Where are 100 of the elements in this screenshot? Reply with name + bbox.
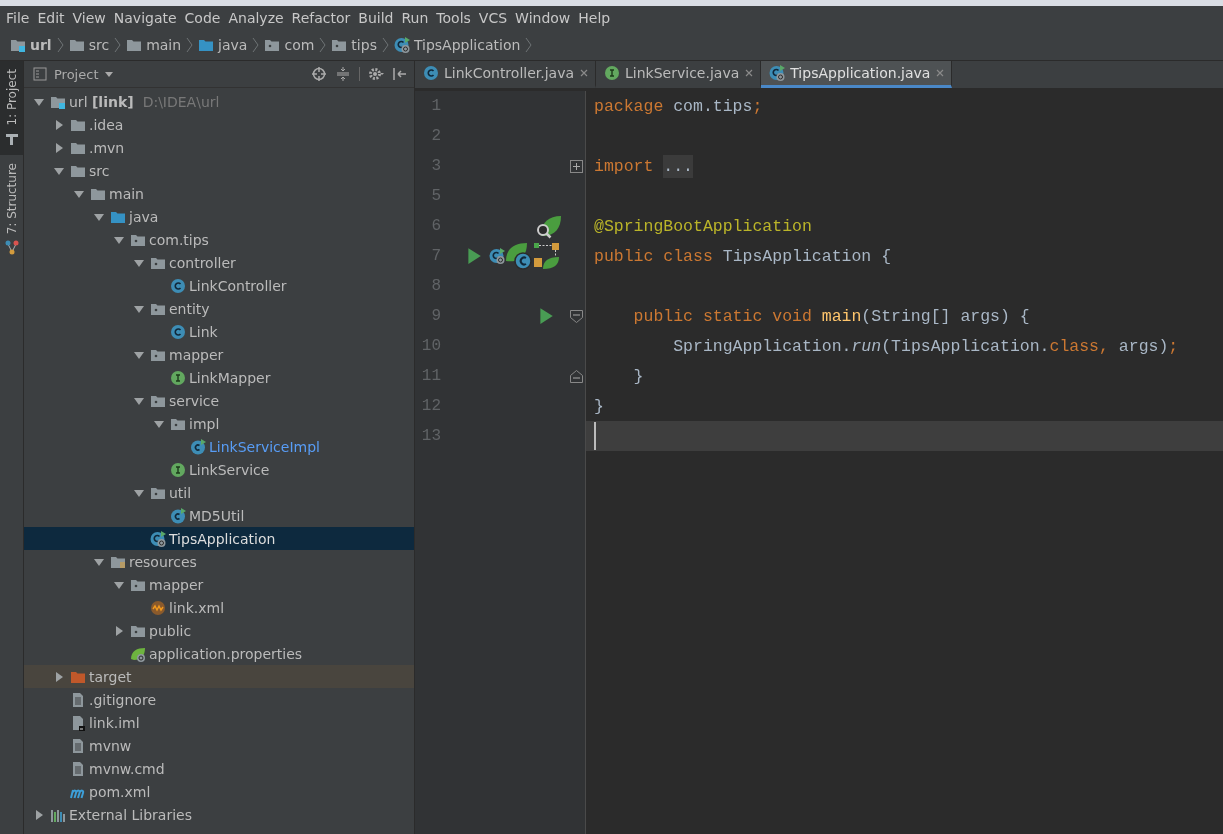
menu-item[interactable]: Navigate xyxy=(109,10,181,26)
tree-row[interactable]: resources xyxy=(24,550,414,573)
tree-row[interactable]: mapper xyxy=(24,343,414,366)
run-icon[interactable] xyxy=(537,307,555,325)
tree-row[interactable]: java xyxy=(24,205,414,228)
spring-bean-icon[interactable] xyxy=(505,241,533,271)
code-text: } xyxy=(594,396,604,416)
tree-row[interactable]: LinkService xyxy=(24,458,414,481)
tree-row[interactable]: mvnw xyxy=(24,734,414,757)
code-text: (String[] args) { xyxy=(861,306,1030,326)
breadcrumb[interactable]: url xyxy=(8,37,54,53)
menu-item[interactable]: Code xyxy=(180,10,225,26)
structure-icon xyxy=(3,238,20,255)
tab-label: TipsApplication.java xyxy=(790,65,931,81)
tree-label: Link xyxy=(189,323,218,340)
tree-row[interactable]: controller xyxy=(24,251,414,274)
tree-row[interactable]: link.xml xyxy=(24,596,414,619)
panel-title[interactable]: Project xyxy=(54,66,99,82)
tree-label: mvnw xyxy=(89,737,132,754)
keyword: import xyxy=(594,156,655,176)
menu-item[interactable]: Help xyxy=(574,10,615,26)
tree-row[interactable]: External Libraries xyxy=(24,803,414,826)
expand-fold-icon[interactable] xyxy=(568,158,584,174)
chevron-icon xyxy=(319,37,327,53)
tree-label: .idea xyxy=(89,116,124,133)
tree-row[interactable]: LinkController xyxy=(24,274,414,297)
close-icon[interactable] xyxy=(744,68,755,78)
tree-row[interactable]: service xyxy=(24,389,414,412)
spring-class-icon[interactable] xyxy=(489,248,505,264)
tree-row[interactable]: .mvn xyxy=(24,136,414,159)
tree-row[interactable]: url [link] D:\IDEA\url xyxy=(24,90,414,113)
interface-icon xyxy=(170,369,186,386)
menu-item[interactable]: Window xyxy=(511,10,575,26)
breadcrumb[interactable]: com xyxy=(262,37,317,53)
tree-row[interactable]: com.tips xyxy=(24,228,414,251)
xml-file-icon xyxy=(150,599,166,616)
class-icon xyxy=(423,65,439,81)
tree-row[interactable]: LinkServiceImpl xyxy=(24,435,414,458)
tool-window-button[interactable]: 7: Structure xyxy=(0,154,23,263)
tree-row[interactable]: MD5Util xyxy=(24,504,414,527)
tree-label: src xyxy=(89,162,110,179)
menu-item[interactable]: Analyze xyxy=(224,10,288,26)
tree-label: LinkMapper xyxy=(189,369,271,386)
tree-label: External Libraries xyxy=(69,806,192,823)
annotation: @SpringBootApplication xyxy=(594,216,812,236)
menu-item[interactable]: Edit xyxy=(33,10,69,26)
menu-item[interactable]: Refactor xyxy=(287,10,355,26)
tree-row[interactable]: public xyxy=(24,619,414,642)
tree-row[interactable]: .idea xyxy=(24,113,414,136)
run-icon[interactable] xyxy=(465,247,483,265)
tree-label: util xyxy=(169,484,192,501)
chevron-icon xyxy=(56,37,64,53)
editor-tab[interactable]: TipsApplication.java xyxy=(761,61,953,88)
interface-icon xyxy=(604,65,621,81)
tree-label: controller xyxy=(169,254,236,271)
tree-label: resources xyxy=(129,553,197,570)
tree-row[interactable]: application.properties xyxy=(24,642,414,665)
fold-start-icon[interactable] xyxy=(568,308,584,324)
menu-item[interactable]: View xyxy=(68,10,110,26)
close-icon[interactable] xyxy=(935,68,946,78)
code-text: args) xyxy=(1117,336,1169,356)
menu-item[interactable]: Tools xyxy=(432,10,475,26)
menu-item[interactable]: VCS xyxy=(474,10,512,26)
tree-label: mvnw.cmd xyxy=(89,760,165,777)
close-icon[interactable] xyxy=(579,68,590,78)
tree-row[interactable]: .gitignore xyxy=(24,688,414,711)
leaf-file-icon xyxy=(130,645,146,662)
breadcrumb[interactable]: tips xyxy=(329,37,379,53)
breadcrumb[interactable]: main xyxy=(124,37,184,53)
fold-end-icon[interactable] xyxy=(568,368,584,384)
tree-label: TipsApplication xyxy=(169,530,276,547)
breadcrumb[interactable]: TipsApplication xyxy=(391,37,523,53)
tree-row[interactable]: src xyxy=(24,159,414,182)
tree-row[interactable]: Link xyxy=(24,320,414,343)
tree-row[interactable]: TipsApplication xyxy=(24,527,414,550)
editor-tab[interactable]: LinkController.java xyxy=(415,61,597,88)
tree-label: main xyxy=(109,185,144,202)
tree-label: application.properties xyxy=(149,645,303,662)
keyword: package xyxy=(594,96,664,116)
tree-row[interactable]: main xyxy=(24,182,414,205)
tree-row[interactable]: util xyxy=(24,481,414,504)
class-icon xyxy=(170,277,186,294)
breadcrumb[interactable]: src xyxy=(66,37,112,53)
menu-item[interactable]: Run xyxy=(397,10,433,26)
caret-icon xyxy=(104,69,115,79)
breadcrumb[interactable]: java xyxy=(196,37,250,53)
tree-row[interactable]: LinkMapper xyxy=(24,366,414,389)
tree-row[interactable]: link.iml xyxy=(24,711,414,734)
menu-item[interactable]: Build xyxy=(354,10,398,26)
bean-graph-icon[interactable] xyxy=(533,242,561,270)
tree-row[interactable]: pom.xml xyxy=(24,780,414,803)
code-text: (TipsApplication. xyxy=(881,336,1050,356)
tree-row[interactable]: entity xyxy=(24,297,414,320)
tool-window-button[interactable]: 1: Project xyxy=(0,61,23,155)
tree-row[interactable]: mapper xyxy=(24,573,414,596)
tree-row[interactable]: target xyxy=(24,665,414,688)
menu-item[interactable]: File xyxy=(2,10,34,26)
tree-row[interactable]: mvnw.cmd xyxy=(24,757,414,780)
path-label: D:\IDEA\url xyxy=(142,93,220,110)
tree-row[interactable]: impl xyxy=(24,412,414,435)
